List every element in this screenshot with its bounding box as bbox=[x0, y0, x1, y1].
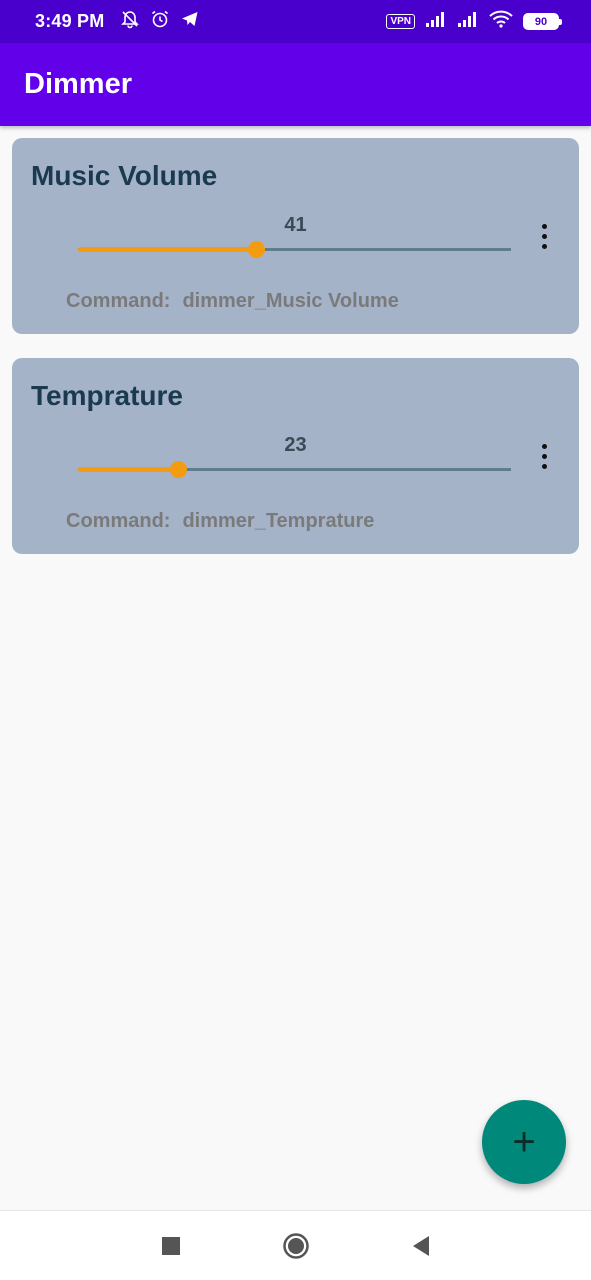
status-left: 3:49 PM bbox=[35, 9, 200, 34]
status-bar: 3:49 PM VPN 90 bbox=[0, 0, 591, 43]
alarm-icon bbox=[150, 9, 170, 34]
dimmer-title: Temprature bbox=[31, 380, 183, 411]
slider-active-track bbox=[78, 467, 178, 472]
more-options-button[interactable] bbox=[532, 438, 556, 474]
slider-value: 23 bbox=[284, 434, 307, 456]
vpn-badge: VPN bbox=[386, 14, 415, 29]
bell-off-icon bbox=[120, 9, 140, 34]
signal-icon bbox=[425, 11, 447, 32]
command-row: Command: dimmer_Music Volume bbox=[66, 290, 399, 313]
command-label: Command: bbox=[66, 510, 171, 532]
more-options-button[interactable] bbox=[532, 218, 556, 254]
signal-icon bbox=[457, 11, 479, 32]
status-time: 3:49 PM bbox=[35, 11, 105, 31]
recents-square-icon bbox=[161, 1236, 180, 1255]
slider-value: 41 bbox=[284, 214, 307, 236]
home-circle-icon bbox=[282, 1232, 309, 1259]
back-triangle-icon bbox=[412, 1235, 429, 1256]
slider-active-track bbox=[78, 247, 256, 252]
more-vert-icon-dot bbox=[541, 463, 547, 469]
more-vert-icon-dot bbox=[541, 223, 547, 229]
system-nav-bar bbox=[0, 1210, 591, 1280]
page-title: Dimmer bbox=[24, 68, 132, 100]
home-button[interactable] bbox=[281, 1231, 311, 1261]
status-right: VPN 90 bbox=[386, 10, 562, 33]
recents-button[interactable] bbox=[156, 1231, 186, 1261]
plus-icon: + bbox=[512, 1120, 536, 1164]
dimmer-slider[interactable] bbox=[78, 461, 511, 478]
command-value: dimmer_Music Volume bbox=[182, 290, 399, 312]
dimmer-title: Music Volume bbox=[31, 160, 218, 191]
telegram-icon bbox=[180, 9, 200, 34]
dimmer-card-music-volume: Music Volume 41 Command: dimmer_Music Vo… bbox=[12, 138, 579, 334]
add-dimmer-button[interactable]: + bbox=[482, 1100, 566, 1184]
slider-thumb[interactable] bbox=[247, 241, 265, 258]
wifi-icon bbox=[489, 10, 513, 33]
dimmer-card-temprature: Temprature 23 Command: dimmer_Temprature bbox=[12, 358, 579, 554]
command-label: Command: bbox=[66, 290, 171, 312]
more-vert-icon-dot bbox=[541, 453, 547, 459]
more-vert-icon-dot bbox=[541, 243, 547, 249]
more-vert-icon-dot bbox=[541, 233, 547, 239]
battery-indicator: 90 bbox=[523, 13, 562, 30]
command-row: Command: dimmer_Temprature bbox=[66, 510, 374, 533]
command-value: dimmer_Temprature bbox=[182, 510, 375, 532]
more-vert-icon-dot bbox=[541, 443, 547, 449]
dimmer-slider[interactable] bbox=[78, 241, 511, 258]
slider-thumb[interactable] bbox=[169, 461, 187, 478]
app-bar: Dimmer bbox=[0, 43, 591, 126]
back-button[interactable] bbox=[406, 1231, 436, 1261]
